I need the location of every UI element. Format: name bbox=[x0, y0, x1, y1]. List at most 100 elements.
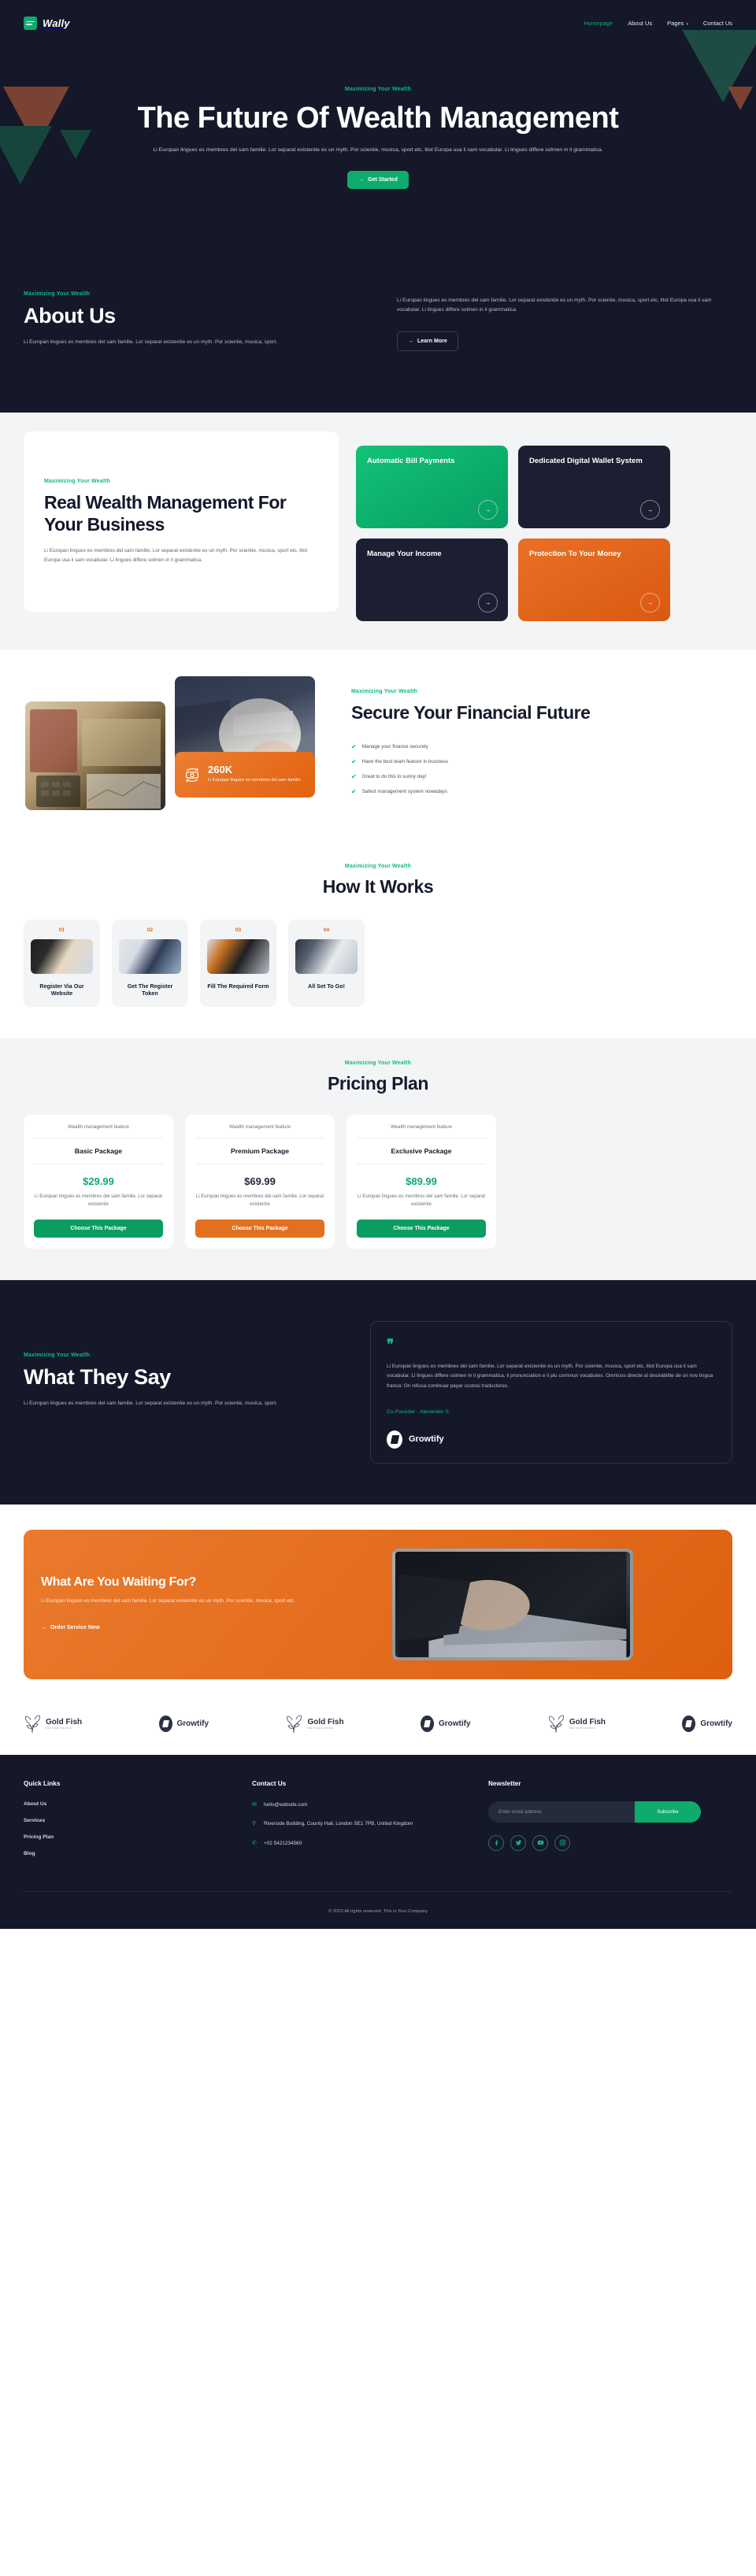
about-eyebrow: Maximizing Your Wealth bbox=[24, 291, 91, 298]
location-pin-icon: ⚲ bbox=[252, 1821, 257, 1827]
plan-name: Basic Package bbox=[34, 1138, 163, 1164]
growtify-icon bbox=[158, 1715, 172, 1733]
choose-package-button[interactable]: Choose This Package bbox=[34, 1219, 163, 1238]
service-card-title: Dedicated Digital Wallet System bbox=[529, 456, 643, 465]
check-label: Have the best team feature in business bbox=[361, 759, 448, 765]
footer-link-services[interactable]: Services bbox=[24, 1818, 252, 1823]
service-card-dedicated-digital-wallet-system[interactable]: Dedicated Digital Wallet System → bbox=[518, 445, 670, 528]
footer-link-pricing-plan[interactable]: Pricing Plan bbox=[24, 1834, 252, 1840]
plan-description: Li Europan lingues es membres del sam fa… bbox=[34, 1193, 163, 1207]
facebook-icon[interactable] bbox=[488, 1834, 504, 1851]
stat-text: Li Europan lingues es membres del sam fa… bbox=[208, 778, 301, 783]
choose-package-button[interactable]: Choose This Package bbox=[195, 1219, 324, 1238]
list-item: ✔ Great to do this in sunny day! bbox=[351, 772, 698, 780]
hero-subtitle: Li Europan lingues es membres del sam fa… bbox=[153, 147, 603, 154]
cta-image bbox=[392, 1548, 633, 1660]
step-label: Fill The Required Form bbox=[207, 982, 269, 990]
cta-paragraph: Li Europan lingues es membres del sam fa… bbox=[41, 1598, 295, 1604]
testimonial-author: Co-Founder - Alexander S. bbox=[387, 1409, 716, 1415]
check-icon: ✔ bbox=[351, 757, 357, 765]
arrow-right-icon: → bbox=[41, 1624, 46, 1630]
footer-link-about-us[interactable]: About Us bbox=[24, 1801, 252, 1807]
plan-price: $29.99 bbox=[83, 1175, 114, 1187]
service-card-protection-to-your-money[interactable]: Protection To Your Money → bbox=[518, 538, 670, 621]
plan-feature: Wealth management feature bbox=[34, 1124, 163, 1138]
contact-address-text: Riverside Building, County Hall, London … bbox=[264, 1821, 413, 1827]
about-left: Maximizing Your Wealth About Us Li Europ… bbox=[24, 291, 350, 350]
growtify-logo-icon bbox=[387, 1430, 402, 1449]
check-icon: ✔ bbox=[351, 772, 357, 780]
footer-link-blog[interactable]: Blog bbox=[24, 1851, 252, 1856]
step-label: Register Via Our Website bbox=[39, 982, 84, 997]
contact-phone[interactable]: ✆ +02 5421234560 bbox=[252, 1840, 488, 1849]
growtify-icon bbox=[682, 1715, 696, 1733]
testimonial-title: What They Say bbox=[24, 1364, 171, 1389]
step-card-03[interactable]: 03 Fill The Required Form bbox=[200, 919, 276, 1007]
testimonial-paragraph: Li Europan lingues es membres del sam fa… bbox=[24, 1400, 278, 1406]
order-service-now-label: Order Service Now bbox=[50, 1624, 100, 1630]
newsletter-email-input[interactable] bbox=[488, 1801, 635, 1823]
nav-item-contact-us[interactable]: Contact Us bbox=[703, 20, 732, 27]
testimonial-quote: Li Europan lingues es membres del sam fa… bbox=[387, 1363, 713, 1389]
choose-package-button[interactable]: Choose This Package bbox=[357, 1219, 486, 1238]
learn-more-button[interactable]: → Learn More bbox=[397, 331, 458, 351]
plan-name: Premium Package bbox=[195, 1138, 324, 1164]
step-card-02[interactable]: 02 Get The Register Token bbox=[112, 919, 188, 1007]
pricing-eyebrow: Maximizing Your Wealth bbox=[344, 1060, 412, 1066]
arrow-right-icon[interactable]: → bbox=[478, 499, 498, 520]
arrow-right-icon[interactable]: → bbox=[478, 592, 498, 613]
twitter-icon[interactable] bbox=[510, 1834, 526, 1851]
step-number: 01 bbox=[58, 927, 65, 933]
order-service-now-button[interactable]: → Order Service Now bbox=[41, 1625, 100, 1630]
nav-item-pages[interactable]: Pages ▾ bbox=[667, 20, 688, 27]
partner-logo-gold-fish: Gold Fish fish food nutrition bbox=[24, 1714, 82, 1734]
contact-email-text: hello@website.com bbox=[264, 1801, 308, 1808]
testimonial-author-role: Co-Founder - bbox=[387, 1408, 420, 1415]
contact-email[interactable]: ✉ hello@website.com bbox=[252, 1801, 488, 1810]
arrow-right-icon[interactable]: → bbox=[640, 499, 660, 520]
arrow-right-icon[interactable]: → bbox=[640, 592, 660, 613]
step-card-04[interactable]: 04 All Set To Go! bbox=[288, 919, 365, 1007]
partner-subtitle: fish food nutrition bbox=[307, 1727, 334, 1730]
check-icon: ✔ bbox=[351, 742, 357, 750]
get-started-button[interactable]: → Get Started bbox=[347, 171, 409, 190]
nav-item-about-us[interactable]: About Us bbox=[628, 20, 652, 27]
secure-title: Secure Your Financial Future bbox=[351, 701, 591, 723]
subscribe-button[interactable]: Subscribe bbox=[635, 1801, 701, 1823]
brand-logo[interactable]: Wally bbox=[24, 16, 70, 30]
cta-section: What Are You Waiting For? Li Europan lin… bbox=[0, 1504, 756, 1698]
steps-list: 01 Register Via Our Website 02 Get The R… bbox=[24, 919, 732, 1007]
plan-price: $69.99 bbox=[244, 1175, 276, 1187]
step-image bbox=[207, 938, 269, 974]
stat-value: 260K bbox=[208, 764, 233, 776]
secure-media: 260K Li Europan lingues es membres del s… bbox=[24, 675, 339, 810]
step-card-01[interactable]: 01 Register Via Our Website bbox=[24, 919, 100, 1007]
instagram-icon[interactable] bbox=[554, 1834, 570, 1851]
check-icon: ✔ bbox=[351, 787, 357, 795]
list-item: ✔ Have the best team feature in business bbox=[351, 757, 698, 765]
nav-item-homepage[interactable]: Homepage bbox=[584, 20, 613, 27]
nav-links: Homepage About Us Pages ▾ Contact Us bbox=[584, 20, 732, 27]
plan-description: Li Europan lingues es membres del sam fa… bbox=[195, 1193, 324, 1207]
footer-newsletter: Newsletter Subscribe bbox=[488, 1780, 732, 1856]
mail-icon: ✉ bbox=[252, 1801, 257, 1808]
hero-body: Maximizing Your Wealth The Future Of Wea… bbox=[24, 39, 732, 190]
growtify-icon bbox=[420, 1715, 434, 1733]
service-card-automatic-bill-payments[interactable]: Automatic Bill Payments → bbox=[356, 445, 508, 528]
partner-subtitle: fish food nutrition bbox=[569, 1727, 595, 1730]
partner-logo-growtify: Growtify bbox=[158, 1715, 209, 1733]
pricing-card-basic: Wealth management feature Basic Package … bbox=[24, 1114, 173, 1249]
youtube-icon[interactable] bbox=[532, 1834, 548, 1851]
testimonial-intro: Maximizing Your Wealth What They Say Li … bbox=[24, 1321, 339, 1464]
learn-more-label: Learn More bbox=[417, 338, 447, 344]
plan-description: Li Europan lingues es membres del sam fa… bbox=[357, 1193, 486, 1207]
about-section: Maximizing Your Wealth About Us Li Europ… bbox=[24, 189, 732, 412]
cta-copy: What Are You Waiting For? Li Europan lin… bbox=[41, 1575, 380, 1633]
wallet-icon bbox=[24, 16, 37, 30]
phone-icon: ✆ bbox=[252, 1840, 257, 1846]
service-card-title: Manage Your Income bbox=[367, 549, 442, 558]
goldfish-icon bbox=[547, 1714, 565, 1734]
footer-copyright-text: © 2023 All rights reserved. This is Your… bbox=[328, 1908, 428, 1914]
service-card-manage-your-income[interactable]: Manage Your Income → bbox=[356, 538, 508, 621]
arrow-right-icon: → bbox=[408, 338, 413, 344]
